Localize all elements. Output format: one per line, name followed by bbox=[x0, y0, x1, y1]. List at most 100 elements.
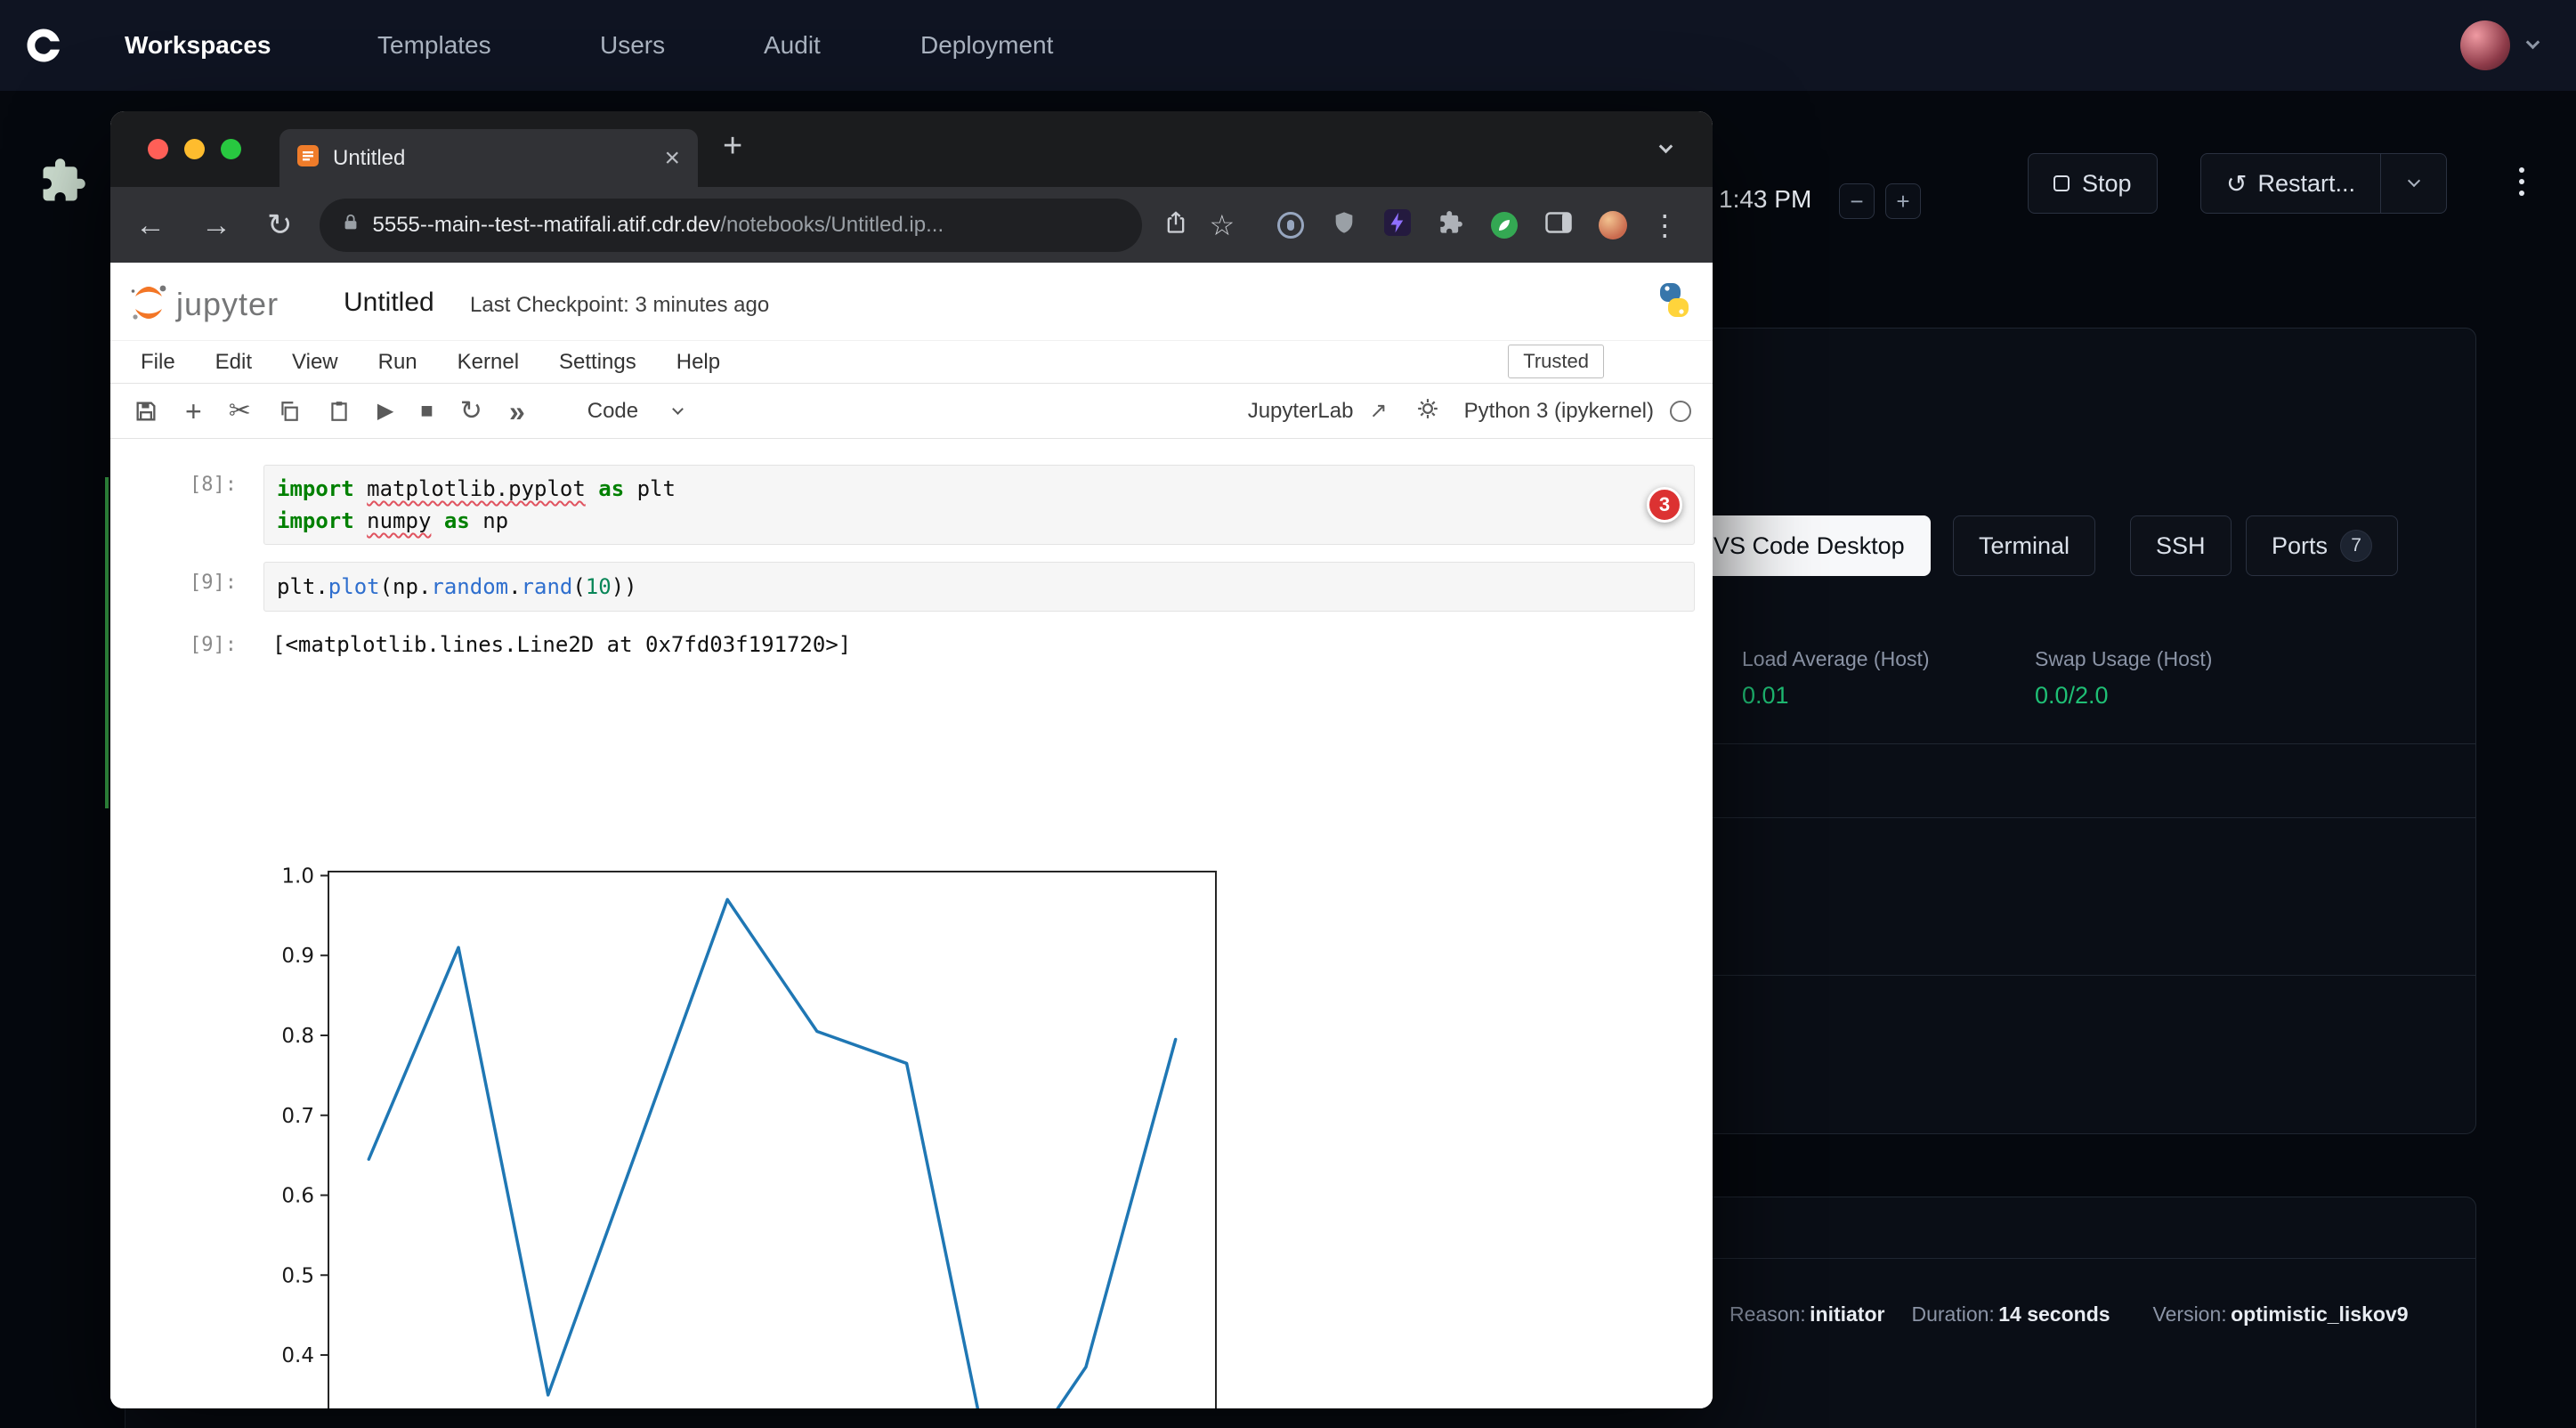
ports-label: Ports bbox=[2272, 532, 2328, 560]
tab-search-chevron-icon[interactable] bbox=[1659, 140, 1673, 154]
browser-tab[interactable]: Untitled × bbox=[279, 129, 698, 187]
back-button[interactable]: ← bbox=[135, 210, 166, 240]
menu-settings[interactable]: Settings bbox=[559, 350, 636, 375]
close-tab-icon[interactable]: × bbox=[664, 143, 680, 174]
green-accent-bar bbox=[105, 477, 109, 808]
restart-options-chevron[interactable] bbox=[2381, 153, 2447, 214]
ssh-label: SSH bbox=[2156, 532, 2206, 560]
cell-type-dropdown[interactable]: Code bbox=[587, 399, 682, 424]
minimize-window-button[interactable] bbox=[184, 139, 205, 159]
version-value: optimistic_liskov9 bbox=[2231, 1302, 2408, 1326]
swap-usage-metric: Swap Usage (Host) 0.0/2.0 bbox=[2035, 647, 2212, 710]
shield-extension-icon[interactable] bbox=[1332, 210, 1357, 239]
nav-item-workspaces[interactable]: Workspaces bbox=[125, 31, 271, 60]
terminal-label: Terminal bbox=[1979, 532, 2070, 560]
zoom-out-button[interactable]: − bbox=[1839, 183, 1875, 219]
load-average-label: Load Average (Host) bbox=[1742, 647, 1930, 671]
close-window-button[interactable] bbox=[148, 139, 168, 159]
notebook-favicon bbox=[297, 145, 319, 171]
browser-profile-avatar[interactable] bbox=[1599, 211, 1627, 239]
svg-text:0.7: 0.7 bbox=[281, 1105, 314, 1128]
jupyter-menubar: File Edit View Run Kernel Settings Help … bbox=[110, 341, 1713, 384]
cell-type-chevron-icon bbox=[672, 403, 684, 415]
stop-label: Stop bbox=[2082, 170, 2132, 198]
add-cell-button[interactable]: + bbox=[185, 397, 202, 426]
onepassword-extension-icon[interactable] bbox=[1277, 212, 1304, 239]
minus-icon: − bbox=[1850, 188, 1863, 215]
stop-icon bbox=[2054, 175, 2070, 191]
interrupt-kernel-button[interactable]: ■ bbox=[420, 401, 433, 422]
menu-kernel[interactable]: Kernel bbox=[458, 350, 519, 375]
trusted-button[interactable]: Trusted bbox=[1508, 345, 1604, 378]
bookmark-star-icon[interactable]: ☆ bbox=[1210, 211, 1235, 239]
code-token: random bbox=[431, 574, 508, 599]
screen: { "topnav": { "items": ["Workspaces", "T… bbox=[0, 0, 2576, 1428]
user-menu-chevron-icon[interactable] bbox=[2526, 36, 2540, 50]
kernel-name[interactable]: Python 3 (ipykernel) bbox=[1464, 399, 1654, 424]
menu-help[interactable]: Help bbox=[676, 350, 720, 375]
jupyterlab-link[interactable]: JupyterLab bbox=[1248, 399, 1354, 424]
menu-run[interactable]: Run bbox=[378, 350, 417, 375]
leaf-extension-icon[interactable] bbox=[1491, 212, 1518, 239]
external-link-icon[interactable]: ↗ bbox=[1369, 398, 1387, 424]
notebook-title[interactable]: Untitled bbox=[344, 288, 434, 318]
code-cell-8[interactable]: import matplotlib.pyplot as pltimport nu… bbox=[263, 465, 1695, 545]
code-token: (np. bbox=[380, 574, 432, 599]
side-panel-icon[interactable] bbox=[1545, 212, 1572, 238]
cell-output-text: [<matplotlib.lines.Line2D at 0x7fd03f191… bbox=[272, 632, 851, 657]
workspace-kebab-menu[interactable] bbox=[2519, 164, 2524, 199]
nav-item-audit[interactable]: Audit bbox=[764, 31, 821, 60]
forward-button[interactable]: → bbox=[201, 210, 231, 240]
extensions-puzzle-icon[interactable] bbox=[1438, 210, 1463, 239]
duration-label: Duration: bbox=[1911, 1302, 1994, 1326]
reload-button[interactable]: ↻ bbox=[267, 210, 293, 240]
code-cell-9[interactable]: plt.plot(np.random.rand(10)) bbox=[263, 562, 1695, 612]
bolt-extension-icon[interactable] bbox=[1384, 209, 1411, 240]
menu-file[interactable]: File bbox=[141, 350, 175, 375]
stop-workspace-button[interactable]: Stop bbox=[2028, 153, 2158, 214]
share-icon[interactable] bbox=[1163, 210, 1188, 239]
menu-view[interactable]: View bbox=[292, 350, 338, 375]
run-all-cells-button[interactable]: » bbox=[509, 397, 525, 426]
nav-item-users[interactable]: Users bbox=[600, 31, 665, 60]
code-token: numpy bbox=[367, 508, 431, 533]
restart-kernel-button[interactable]: ↻ bbox=[460, 398, 482, 425]
new-tab-button[interactable]: + bbox=[723, 127, 742, 166]
code-token: )) bbox=[612, 574, 637, 599]
ports-button[interactable]: Ports 7 bbox=[2246, 515, 2398, 576]
maximize-window-button[interactable] bbox=[221, 139, 241, 159]
user-avatar[interactable] bbox=[2460, 20, 2510, 70]
restart-button-group: ↺ Restart... bbox=[2200, 153, 2447, 214]
jupyter-toolbar: + ✂ ▶ ■ ↻ » Code JupyterLab ↗ Py bbox=[110, 384, 1713, 439]
nav-item-deployment[interactable]: Deployment bbox=[920, 31, 1053, 60]
vscode-desktop-button[interactable]: VS Code Desktop bbox=[1688, 515, 1931, 576]
coder-logo bbox=[21, 23, 66, 72]
ssh-button[interactable]: SSH bbox=[2130, 515, 2232, 576]
duration-value: 14 seconds bbox=[1998, 1302, 2110, 1326]
reason-value: initiator bbox=[1810, 1302, 1884, 1326]
cell-type-value: Code bbox=[587, 399, 638, 424]
terminal-button[interactable]: Terminal bbox=[1953, 515, 2095, 576]
vscode-desktop-label: VS Code Desktop bbox=[1713, 532, 1905, 560]
cut-cell-button[interactable]: ✂ bbox=[229, 398, 251, 425]
nav-item-templates[interactable]: Templates bbox=[377, 31, 491, 60]
gear-icon[interactable] bbox=[1416, 397, 1439, 425]
browser-kebab-menu[interactable]: ⋮ bbox=[1650, 208, 1679, 242]
save-button[interactable] bbox=[134, 399, 158, 424]
copy-cell-button[interactable] bbox=[278, 400, 301, 423]
address-bar[interactable]: 5555--main--test--matifali.atif.cdr.dev/… bbox=[320, 199, 1142, 252]
svg-text:0.8: 0.8 bbox=[281, 1025, 314, 1048]
paste-cell-button[interactable] bbox=[328, 400, 351, 423]
browser-tab-strip: Untitled × + bbox=[110, 111, 1713, 187]
zoom-in-button[interactable]: + bbox=[1885, 183, 1921, 219]
code-token: plot bbox=[328, 574, 380, 599]
browser-toolbar: ← → ↻ 5555--main--test--matifali.atif.cd… bbox=[110, 187, 1713, 263]
output-prompt-9: [9]: bbox=[157, 634, 237, 656]
svg-text:1.0: 1.0 bbox=[281, 864, 314, 888]
plus-icon: + bbox=[1896, 188, 1909, 215]
restart-workspace-button[interactable]: ↺ Restart... bbox=[2200, 153, 2381, 214]
restart-icon: ↺ bbox=[2226, 169, 2247, 199]
run-cell-button[interactable]: ▶ bbox=[377, 401, 393, 422]
kernel-status-icon bbox=[1670, 401, 1691, 422]
menu-edit[interactable]: Edit bbox=[215, 350, 252, 375]
